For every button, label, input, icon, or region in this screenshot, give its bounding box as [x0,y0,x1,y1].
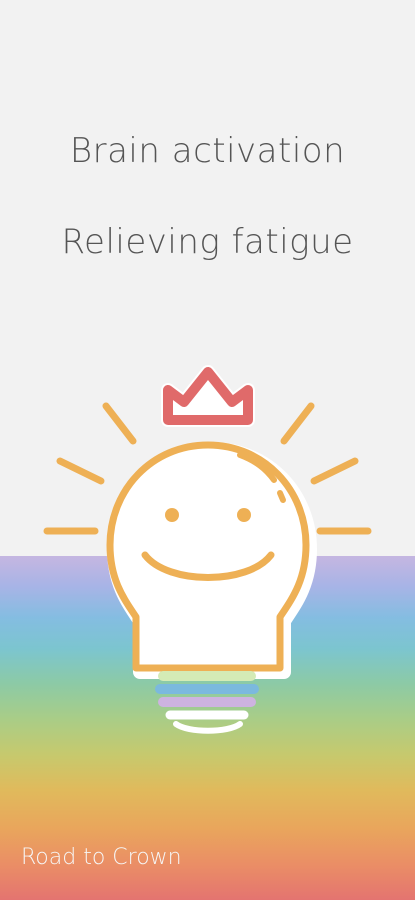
bulb-glass [106,441,310,672]
crown-icon [161,365,255,427]
road-to-crown-label: Road to Crown [21,845,182,870]
bulb-base [155,671,259,720]
smiling-lightbulb-icon [43,365,372,734]
headline-brain-activation: Brain activation [69,131,346,171]
splash-screen: Brain activation Relieving fatigue Road … [0,0,415,900]
headline-relieving-fatigue: Relieving fatigue [61,222,354,262]
